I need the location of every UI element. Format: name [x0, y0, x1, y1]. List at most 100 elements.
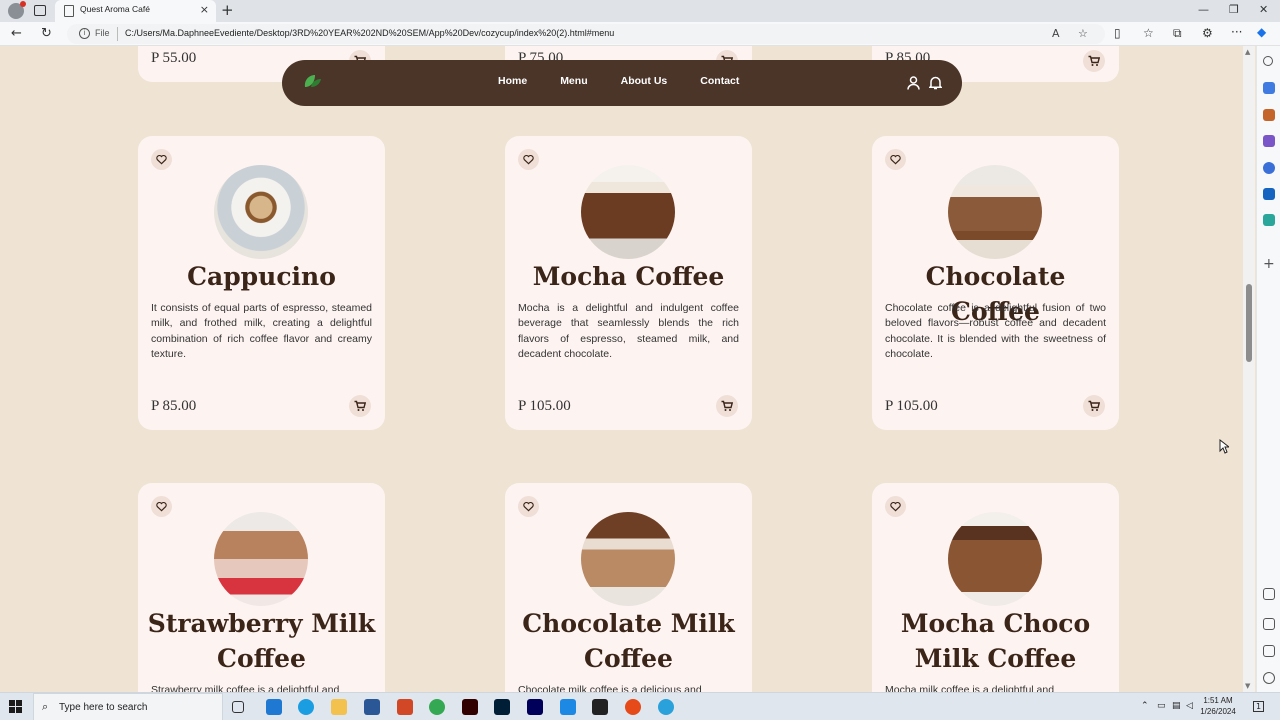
add-to-cart-button[interactable] [1083, 395, 1105, 417]
sidebar-panel-icon[interactable] [1263, 618, 1275, 630]
product-card: Chocolate Coffee Chocolate coffee is a d… [872, 136, 1119, 430]
sidebar-tools-icon[interactable] [1263, 109, 1275, 121]
windows-start-icon[interactable] [9, 700, 22, 713]
back-arrow-icon[interactable]: ← [11, 26, 22, 41]
mail-app-icon[interactable] [266, 699, 282, 715]
product-description: Strawberry milk coffee is a delightful a… [151, 684, 340, 692]
capcut-app-icon[interactable] [592, 699, 608, 715]
product-description: Chocolate milk coffee is a delicious and [518, 684, 702, 692]
scrollbar-thumb[interactable] [1246, 284, 1252, 362]
product-price: P 85.00 [151, 398, 197, 414]
task-view-icon[interactable] [232, 701, 244, 713]
nav-link-contact[interactable]: Contact [700, 75, 739, 87]
leaf-logo-icon[interactable] [302, 72, 324, 90]
nav-link-home[interactable]: Home [498, 75, 527, 87]
browser-tab-bar: Quest Aroma Café × + — ❐ ✕ [0, 0, 1280, 22]
profile-icon[interactable] [8, 1, 26, 19]
sidebar-add-icon[interactable]: + [1263, 257, 1275, 271]
bell-icon[interactable] [929, 75, 942, 90]
product-card: Strawberry Milk Coffee Strawberry milk c… [138, 483, 385, 692]
page-favicon-icon [64, 5, 74, 17]
tray-network-icon[interactable]: ▤ [1172, 701, 1181, 711]
notification-badge[interactable]: 1 [1253, 701, 1265, 712]
sidebar-external-icon[interactable] [1263, 645, 1275, 657]
collections-icon[interactable]: ⧉ [1173, 26, 1182, 41]
maximize-button[interactable]: ❐ [1229, 3, 1239, 16]
read-aloud-icon[interactable]: A [1052, 27, 1060, 40]
new-tab-button[interactable]: + [221, 1, 234, 19]
product-description: Mocha milk coffee is a delightful and [885, 684, 1055, 692]
more-options-icon[interactable]: ··· [1231, 25, 1242, 39]
word-app-icon[interactable] [364, 699, 380, 715]
product-name-line1: Strawberry Milk [147, 609, 376, 638]
add-to-cart-button[interactable] [349, 395, 371, 417]
edge-app-icon[interactable] [298, 699, 314, 715]
product-card: Cappucino It consists of equal parts of … [138, 136, 385, 430]
browser-tab[interactable]: Quest Aroma Café × [55, 0, 216, 22]
window-close-button[interactable]: ✕ [1259, 3, 1268, 16]
favorite-button[interactable] [151, 149, 172, 170]
info-icon[interactable]: i [79, 28, 90, 39]
add-to-cart-button[interactable] [1083, 50, 1105, 72]
tab-title: Quest Aroma Café [80, 4, 150, 14]
chocolate-milk-coffee-photo [581, 512, 675, 606]
edge-sidebar: + [1256, 46, 1280, 692]
photoshop-app-icon[interactable] [494, 699, 510, 715]
sidebar-outlook-icon[interactable] [1263, 188, 1275, 200]
product-card: Mocha Coffee Mocha is a delightful and i… [505, 136, 752, 430]
sidebar-drop-icon[interactable] [1263, 214, 1275, 226]
sidebar-games-icon[interactable] [1263, 135, 1275, 147]
product-price: P 55.00 [151, 50, 197, 66]
sidebar-settings-icon[interactable] [1263, 672, 1275, 684]
sidebar-shopping-icon[interactable] [1263, 82, 1275, 94]
chocolate-coffee-photo [948, 165, 1042, 259]
user-icon[interactable] [907, 76, 920, 90]
nav-link-about-us[interactable]: About Us [621, 75, 668, 87]
premiere-app-icon[interactable] [527, 699, 543, 715]
heart-icon [523, 154, 534, 165]
product-name-line1: Mocha Choco [900, 609, 1091, 638]
powerpoint-app-icon[interactable] [397, 699, 413, 715]
favorite-button[interactable] [518, 149, 539, 170]
nav-links: Home Menu About Us Contact [498, 75, 772, 87]
nav-link-menu[interactable]: Menu [560, 75, 587, 87]
url-text[interactable]: C:/Users/Ma.DaphneeEvediente/Desktop/3RD… [125, 28, 614, 38]
app-icon[interactable] [560, 699, 576, 715]
search-icon[interactable] [1263, 56, 1273, 66]
tray-volume-icon[interactable]: ◁ [1186, 701, 1193, 711]
split-screen-icon[interactable]: ▯ [1114, 26, 1121, 40]
minimize-button[interactable]: — [1198, 3, 1209, 16]
sidebar-screen-icon[interactable] [1263, 588, 1275, 600]
workspaces-icon[interactable] [34, 5, 46, 16]
taskbar-clock[interactable]: 1:51 AM 1/26/2024 [1196, 695, 1240, 717]
taskbar-search-box[interactable]: ⌕ Type here to search [33, 693, 223, 720]
extensions-icon[interactable]: ⚙ [1202, 26, 1213, 40]
file-explorer-icon[interactable] [331, 699, 347, 715]
heart-icon [523, 501, 534, 512]
tab-close-button[interactable]: × [200, 3, 209, 16]
favorite-button[interactable] [151, 496, 172, 517]
wps-app-icon[interactable] [625, 699, 641, 715]
heart-icon [890, 154, 901, 165]
copilot-icon[interactable]: ◆ [1257, 25, 1266, 39]
scroll-up-icon[interactable]: ▲ [1245, 48, 1250, 56]
tray-battery-icon[interactable]: ▭ [1157, 701, 1166, 711]
mouse-cursor-icon [1219, 439, 1229, 454]
favorite-button[interactable] [885, 149, 906, 170]
telegram-app-icon[interactable] [658, 699, 674, 715]
product-name-line1: Chocolate Milk [522, 609, 735, 638]
favorite-star-icon[interactable]: ☆ [1078, 27, 1088, 40]
favorites-icon[interactable]: ☆ [1143, 26, 1154, 40]
address-bar[interactable]: i File C:/Users/Ma.DaphneeEvediente/Desk… [67, 24, 1105, 44]
tray-chevron-icon[interactable]: ⌃ [1141, 701, 1149, 711]
favorite-button[interactable] [518, 496, 539, 517]
add-to-cart-button[interactable] [716, 395, 738, 417]
product-description: Chocolate coffee is a delightful fusion … [885, 302, 1106, 360]
scroll-down-icon[interactable]: ▼ [1245, 682, 1250, 690]
sidebar-office-icon[interactable] [1263, 162, 1275, 174]
chrome-app-icon[interactable] [429, 699, 445, 715]
illustrator-app-icon[interactable] [462, 699, 478, 715]
page-scrollbar[interactable]: ▲ ▼ [1243, 46, 1255, 692]
favorite-button[interactable] [885, 496, 906, 517]
refresh-icon[interactable]: ↻ [41, 26, 52, 41]
